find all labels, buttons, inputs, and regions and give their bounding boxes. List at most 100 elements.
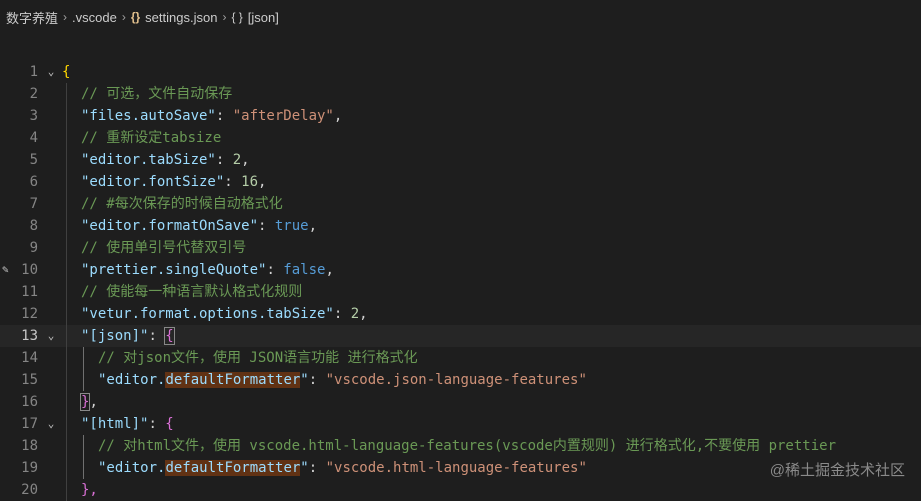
indent-guide xyxy=(66,259,67,281)
code-text: // 使能每一种语言默认格式化规则 xyxy=(81,281,302,303)
code-line[interactable]: 13 ⌄ "[json]": { xyxy=(0,325,921,347)
code-token: "[html]" xyxy=(81,416,149,432)
code-text: "files.autoSave": "afterDelay", xyxy=(81,105,342,127)
code-token: { xyxy=(165,416,174,432)
code-line[interactable]: 5 "editor.tabSize": 2, xyxy=(0,149,921,171)
code-token: : xyxy=(258,218,275,234)
code-text: "[html]": { xyxy=(81,413,174,435)
indent-guide xyxy=(83,369,84,391)
code-text: // 使用单引号代替双引号 xyxy=(81,237,246,259)
code-line[interactable]: 9 // 使用单引号代替双引号 xyxy=(0,237,921,259)
chevron-right-icon: › xyxy=(222,10,227,24)
line-number: 17 xyxy=(21,416,38,432)
code-token: // 对json文件，使用 JSON语言功能 进行格式化 xyxy=(98,350,418,366)
indent-guide xyxy=(66,281,67,303)
line-number: 18 xyxy=(21,438,38,454)
code-token: // 使用单引号代替双引号 xyxy=(81,240,247,256)
code-line[interactable]: 6 "editor.fontSize": 16, xyxy=(0,171,921,193)
breadcrumb-folder[interactable]: 数字养殖 xyxy=(6,8,58,27)
code-line[interactable]: 4 // 重新设定tabsize xyxy=(0,127,921,149)
code-token: // 可选，文件自动保存 xyxy=(81,86,233,102)
code-text: }, xyxy=(79,391,98,413)
code-line[interactable]: 7 // #每次保存的时候自动格式化 xyxy=(0,193,921,215)
indent-guide xyxy=(66,215,67,237)
chevron-right-icon: › xyxy=(121,10,126,24)
fold-chevron-icon[interactable]: ⌄ xyxy=(44,61,58,83)
code-line[interactable]: 18 // 对html文件，使用 vscode.html-language-fea… xyxy=(0,435,921,457)
code-text: // #每次保存的时候自动格式化 xyxy=(81,193,283,215)
code-line[interactable]: 3 "files.autoSave": "afterDelay", xyxy=(0,105,921,127)
code-token: "editor. xyxy=(98,460,166,476)
code-text: // 对html文件，使用 vscode.html-language-featu… xyxy=(98,435,836,457)
code-token: , xyxy=(258,174,267,190)
code-text: "[json]": { xyxy=(81,325,175,347)
code-line[interactable]: ✎ 10 "prettier.singleQuote": false, xyxy=(0,259,921,281)
code-line[interactable]: 1 ⌄{ xyxy=(0,61,921,83)
indent-guide xyxy=(66,171,67,193)
code-token: "afterDelay" xyxy=(232,108,334,124)
code-line[interactable]: 12 "vetur.format.options.tabSize": 2, xyxy=(0,303,921,325)
indent-guide xyxy=(66,435,67,457)
code-token: "vscode.html-language-features" xyxy=(325,460,587,476)
code-text: // 重新设定tabsize xyxy=(81,127,221,149)
indent-guide xyxy=(66,457,67,479)
line-number: 8 xyxy=(29,218,38,234)
object-symbol-icon: { } xyxy=(231,10,243,24)
fold-chevron-icon[interactable]: ⌄ xyxy=(44,413,58,435)
code-text: "prettier.singleQuote": false, xyxy=(81,259,334,281)
code-token: "editor.fontSize" xyxy=(81,174,225,190)
indent-guide xyxy=(66,391,67,413)
code-line[interactable]: 17 ⌄ "[html]": { xyxy=(0,413,921,435)
code-token: // 使能每一种语言默认格式化规则 xyxy=(81,284,303,300)
code-token: "editor.tabSize" xyxy=(81,152,216,168)
breadcrumb-file[interactable]: settings.json xyxy=(145,10,217,25)
code-token: true xyxy=(274,218,309,234)
line-number: 10 xyxy=(21,262,38,278)
line-number: 4 xyxy=(29,130,38,146)
code-token: // #每次保存的时候自动格式化 xyxy=(81,196,283,212)
code-token: : xyxy=(308,460,326,476)
line-number: 1 xyxy=(29,64,38,80)
code-token: 2 xyxy=(350,306,360,322)
code-line[interactable]: 14 // 对json文件，使用 JSON语言功能 进行格式化 xyxy=(0,347,921,369)
code-token: { xyxy=(62,64,71,80)
code-line[interactable]: 16}, xyxy=(0,391,921,413)
code-token: " xyxy=(300,460,309,476)
fold-chevron-icon[interactable]: ⌄ xyxy=(44,325,58,347)
line-number: 20 xyxy=(21,482,38,498)
breadcrumb-symbol[interactable]: [json] xyxy=(248,10,279,25)
indent-guide xyxy=(66,193,67,215)
line-number: 14 xyxy=(21,350,38,366)
line-number: 15 xyxy=(21,372,38,388)
code-token: // 重新设定tabsize xyxy=(81,130,222,146)
line-number: 3 xyxy=(29,108,38,124)
code-token: " xyxy=(300,372,309,388)
code-text: }, xyxy=(81,479,98,501)
indent-guide xyxy=(66,237,67,259)
line-number: 2 xyxy=(29,86,38,102)
code-token: { xyxy=(164,327,175,345)
code-token: "prettier.singleQuote" xyxy=(81,262,267,278)
indent-guide xyxy=(66,105,67,127)
breadcrumb-subfolder[interactable]: .vscode xyxy=(72,10,117,25)
chevron-right-icon: › xyxy=(63,10,68,24)
indent-guide xyxy=(66,369,67,391)
code-line[interactable]: 20}, xyxy=(0,479,921,501)
code-token: // 对html文件，使用 vscode.html-language-featu… xyxy=(98,438,837,454)
code-text: "editor.defaultFormatter": "vscode.html-… xyxy=(98,457,587,479)
code-token: "[json]" xyxy=(81,328,149,344)
code-editor[interactable]: 1 ⌄{2// 可选，文件自动保存 3 "files.autoSave": "afte… xyxy=(0,61,921,501)
line-number: 12 xyxy=(21,306,38,322)
code-text: { xyxy=(62,61,70,83)
code-line[interactable]: 11 // 使能每一种语言默认格式化规则 xyxy=(0,281,921,303)
breadcrumb: 数字养殖 › .vscode › {} settings.json › { } … xyxy=(0,0,921,34)
indent-guide xyxy=(66,479,67,501)
indent-guide xyxy=(66,303,67,325)
code-text: "editor.formatOnSave": true, xyxy=(81,215,317,237)
code-line[interactable]: 8 "editor.formatOnSave": true, xyxy=(0,215,921,237)
code-line[interactable]: 2 // 可选，文件自动保存 xyxy=(0,83,921,105)
code-line[interactable]: 15 "editor.defaultFormatter": "vscode.jso… xyxy=(0,369,921,391)
code-token: : xyxy=(148,328,166,344)
code-token: 2 xyxy=(232,152,242,168)
code-text: "editor.defaultFormatter": "vscode.json-… xyxy=(98,369,587,391)
